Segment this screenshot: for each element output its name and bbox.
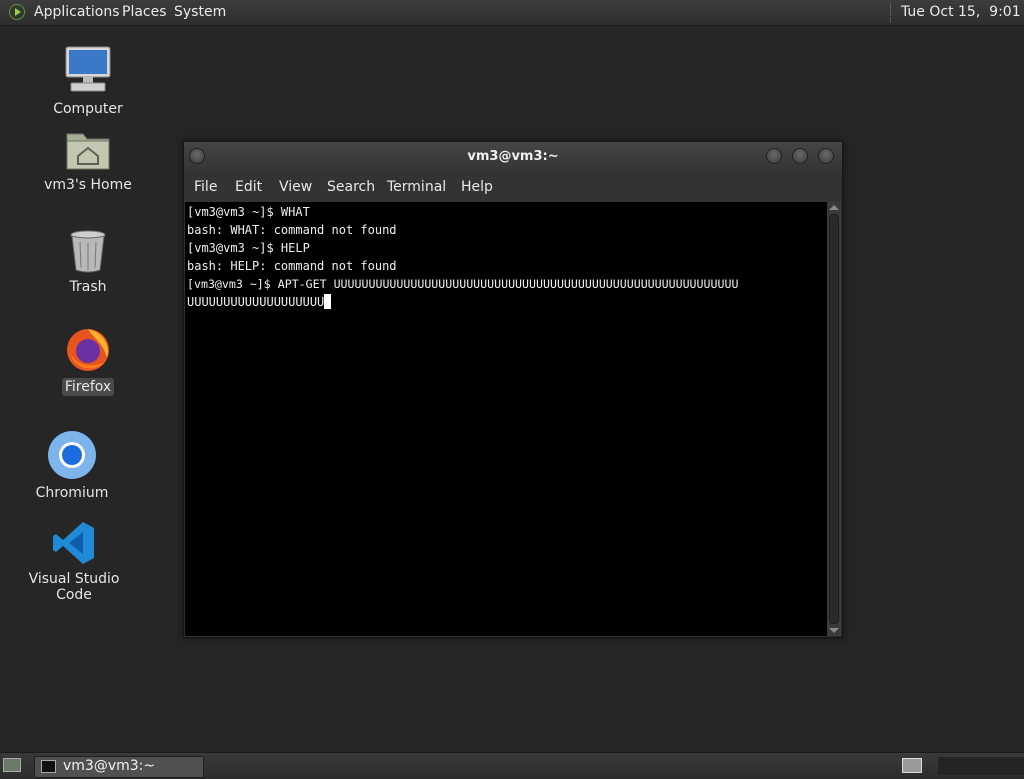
vscode-icon [53, 522, 94, 564]
terminal-line: [vm3@vm3 ~]$ WHAT [187, 205, 310, 219]
taskbar-window-label: vm3@vm3:~ [63, 758, 156, 774]
desktop-icon-label: Computer [53, 101, 123, 117]
close-button[interactable] [818, 148, 834, 164]
terminal-input-text: UUUUUUUUUUUUUUUUUUU [187, 295, 325, 309]
desktop-icon-computer[interactable]: Computer [38, 44, 138, 118]
desktop-icon-label: Trash [69, 279, 107, 295]
menu-terminal[interactable]: Terminal [387, 179, 446, 195]
window-title: vm3@vm3:~ [467, 149, 559, 164]
terminal-output[interactable]: [vm3@vm3 ~]$ WHAT bash: WHAT: command no… [185, 202, 827, 636]
computer-icon [65, 46, 111, 92]
bottom-panel: vm3@vm3:~ [0, 752, 1024, 779]
menu-search[interactable]: Search [327, 179, 375, 195]
firefox-icon [67, 329, 109, 371]
applications-logo-icon[interactable] [9, 4, 25, 20]
taskbar-window-button[interactable]: vm3@vm3:~ [34, 756, 204, 778]
terminal-line: bash: WHAT: command not found [187, 223, 397, 237]
desktop-icon-label: Visual Studio Code [28, 571, 120, 603]
window-titlebar[interactable]: vm3@vm3:~ [184, 142, 842, 172]
scroll-down-icon[interactable] [829, 628, 839, 633]
desktop-icon-trash[interactable]: Trash [38, 228, 138, 296]
show-desktop-icon[interactable] [3, 758, 21, 772]
home-folder-icon [66, 133, 110, 170]
desktop-icon-label: vm3's Home [44, 177, 132, 193]
workspace-switcher-1[interactable] [902, 758, 922, 773]
terminal-line-current: UUUUUUUUUUUUUUUUUUU [187, 293, 332, 311]
terminal-line: bash: HELP: command not found [187, 259, 397, 273]
menu-file[interactable]: File [194, 179, 217, 195]
terminal-window[interactable]: vm3@vm3:~ File Edit View Search Terminal… [183, 141, 843, 638]
terminal-icon [41, 760, 56, 773]
scroll-up-icon[interactable] [829, 205, 839, 210]
workspace-switcher-2[interactable] [938, 757, 1024, 775]
desktop-icon-home[interactable]: vm3's Home [38, 128, 138, 194]
terminal-line: [vm3@vm3 ~]$ APT-GET UUUUUUUUUUUUUUUUUUU… [187, 277, 739, 291]
menu-applications[interactable]: Applications [34, 4, 120, 20]
menu-view[interactable]: View [279, 179, 312, 195]
panel-separator [890, 3, 893, 22]
desktop-icon-vscode[interactable]: Visual Studio Code [12, 520, 136, 604]
desktop-icon-label: Firefox [61, 378, 115, 396]
top-panel: Applications Places System Tue Oct 15, 9… [0, 0, 1024, 26]
desktop-icon-firefox[interactable]: Firefox [38, 324, 138, 396]
desktop-icon-label: Chromium [35, 485, 109, 501]
terminal-menubar: File Edit View Search Terminal Help [184, 172, 842, 202]
desktop-icon-chromium[interactable]: Chromium [22, 430, 122, 502]
terminal-scrollbar[interactable] [827, 202, 841, 636]
chromium-icon [48, 431, 96, 479]
menu-edit[interactable]: Edit [235, 179, 262, 195]
maximize-button[interactable] [792, 148, 808, 164]
text-cursor [324, 294, 332, 309]
trash-icon [70, 230, 106, 273]
terminal-line: [vm3@vm3 ~]$ HELP [187, 241, 310, 255]
menu-places[interactable]: Places [122, 4, 167, 20]
minimize-button[interactable] [766, 148, 782, 164]
menu-help[interactable]: Help [461, 179, 493, 195]
scrollbar-thumb[interactable] [829, 214, 839, 624]
menu-system[interactable]: System [174, 4, 226, 20]
clock[interactable]: Tue Oct 15, 9:01 AM [901, 4, 1024, 20]
